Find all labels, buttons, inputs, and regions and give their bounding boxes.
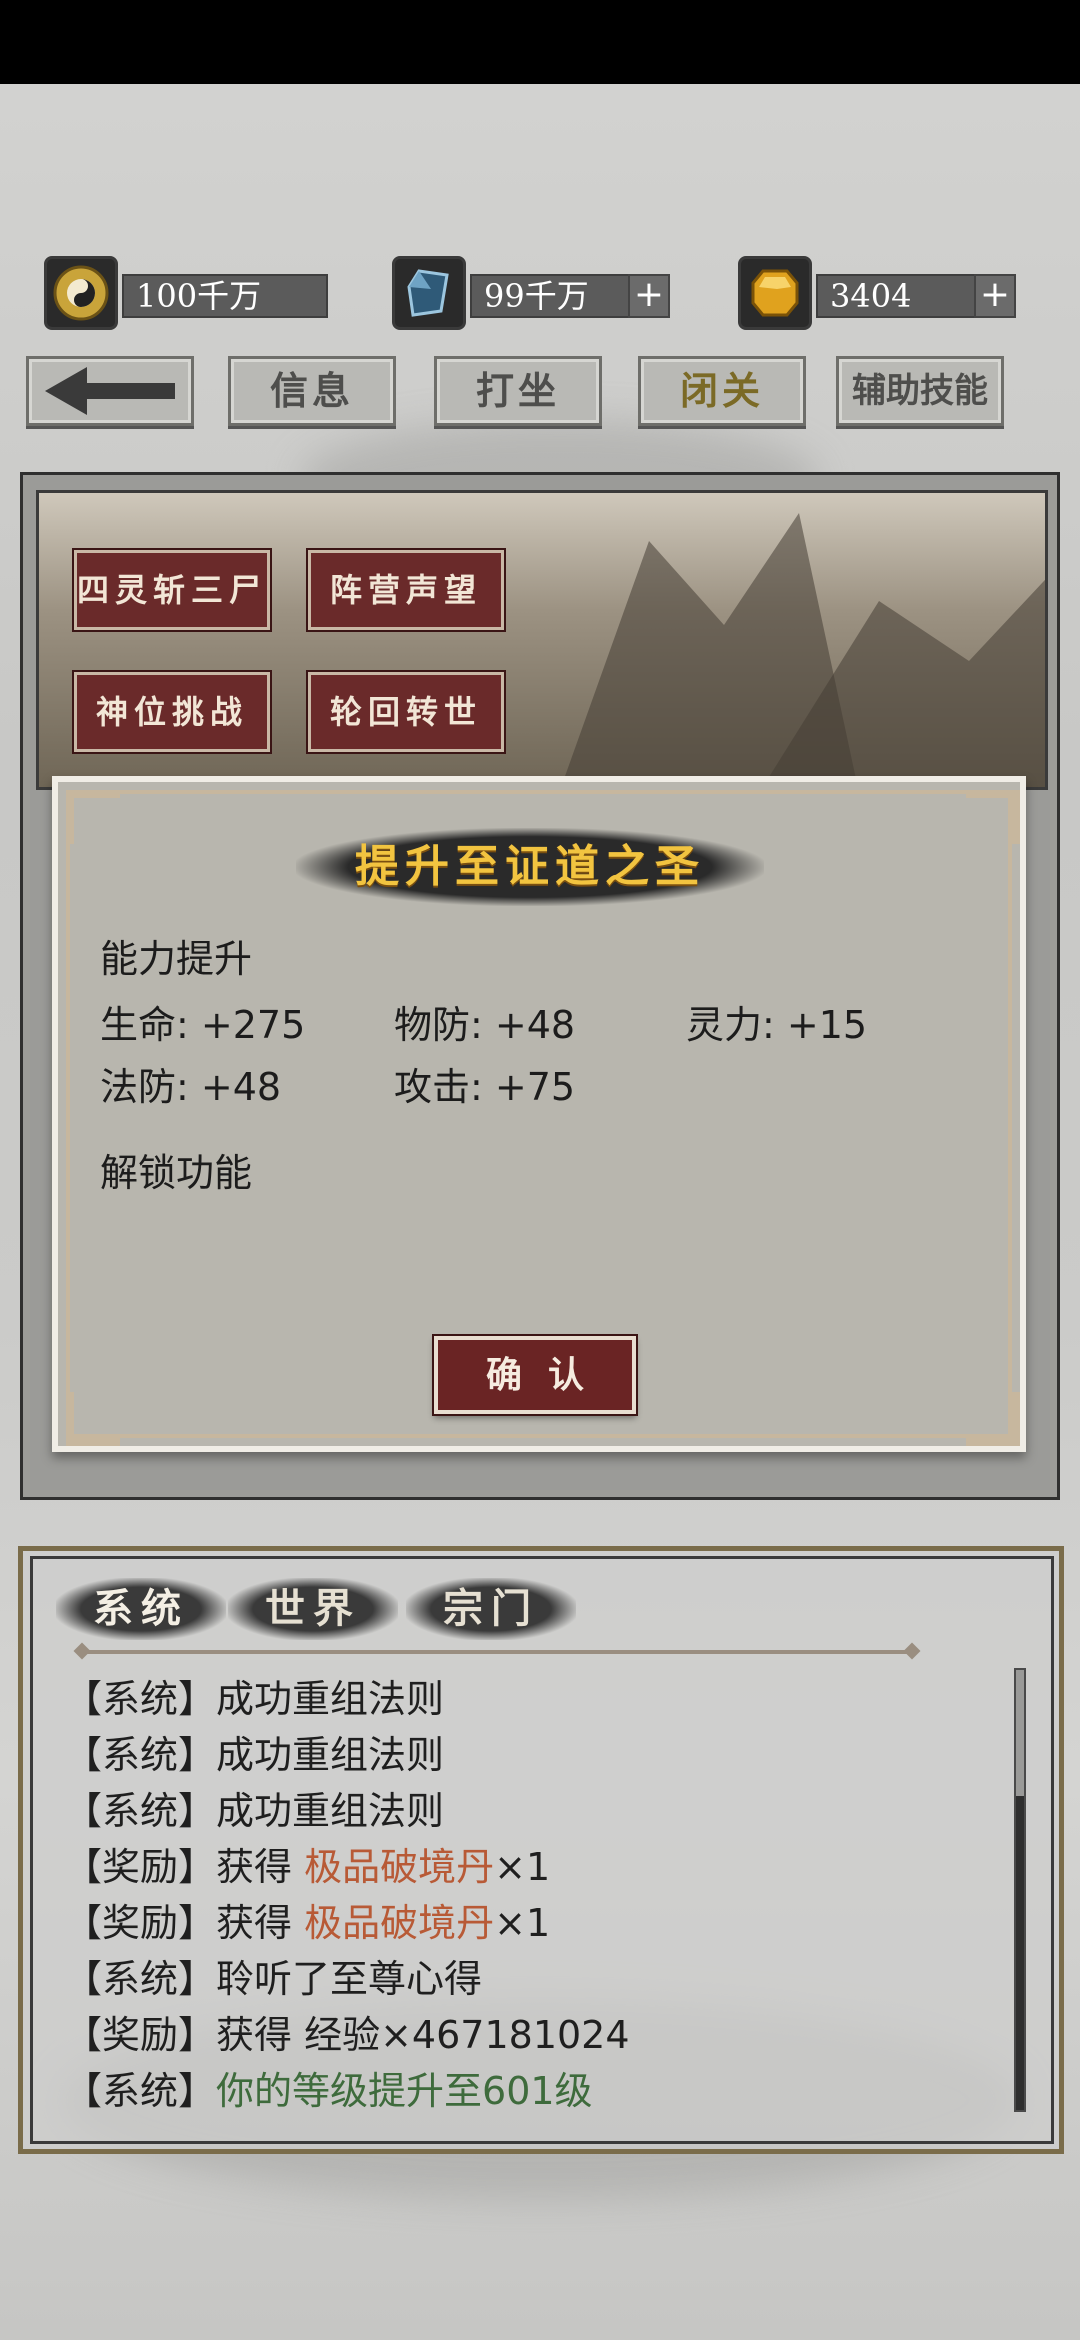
item-name[interactable]: 极品破境丹: [304, 1845, 494, 1889]
blue-crystal-icon: [392, 256, 466, 330]
stat-phys-def: 物防: +48: [394, 1003, 576, 1047]
back-arrow-icon: [45, 367, 175, 415]
gold-gem-icon: [738, 256, 812, 330]
corner-ornament: [966, 790, 1020, 844]
add-gem-button[interactable]: +: [974, 274, 1016, 318]
message-text: 成功重组法则: [216, 1677, 445, 1721]
chat-message: 【系统】聆听了至尊心得: [64, 1948, 482, 2003]
chat-scrollbar-thumb[interactable]: [1016, 1796, 1024, 2110]
message-text: 获得: [216, 1901, 305, 1945]
chat-message: 【奖励】获得 经验×467181024: [64, 2004, 630, 2059]
item-count: ×1: [494, 1845, 551, 1889]
corner-ornament: [66, 1392, 120, 1446]
chat-divider: [80, 1650, 916, 1654]
status-bar: [0, 0, 1080, 84]
corner-ornament: [66, 790, 120, 844]
reincarnation-button[interactable]: 轮回转世: [308, 672, 504, 752]
message-text: 成功重组法则: [216, 1733, 445, 1777]
message-text: 获得 经验×467181024: [216, 2013, 630, 2057]
tab-seclusion[interactable]: 闭关: [638, 356, 806, 426]
stat-magic-def: 法防: +48: [100, 1065, 282, 1109]
stat-hp: 生命: +275: [100, 1003, 306, 1047]
ability-heading: 能力提升: [100, 937, 253, 981]
message-tag: 【系统】: [64, 1677, 217, 1721]
divine-challenge-button[interactable]: 神位挑战: [74, 672, 270, 752]
message-tag: 【系统】: [64, 2069, 217, 2113]
chat-message: 【系统】成功重组法则: [64, 1668, 444, 1723]
chat-message: 【奖励】获得 极品破境丹×1: [64, 1836, 550, 1891]
message-text: 获得: [216, 1845, 305, 1889]
tab-meditate[interactable]: 打坐: [434, 356, 602, 426]
faction-reputation-button[interactable]: 阵营声望: [308, 550, 504, 630]
chat-tab-world[interactable]: 世界: [228, 1578, 398, 1640]
gem-amount: 3404: [816, 274, 986, 318]
chat-tab-sect[interactable]: 宗门: [406, 1578, 576, 1640]
chat-message: 【奖励】获得 极品破境丹×1: [64, 1892, 550, 1947]
message-tag: 【奖励】: [64, 1845, 217, 1889]
unlock-heading: 解锁功能: [100, 1151, 253, 1195]
stat-spirit: 灵力: +15: [686, 1003, 868, 1047]
chat-message: 【系统】成功重组法则: [64, 1724, 444, 1779]
message-tag: 【奖励】: [64, 1901, 217, 1945]
add-crystal-button[interactable]: +: [628, 274, 670, 318]
tab-assist-skills[interactable]: 辅助技能: [836, 356, 1004, 426]
tab-info[interactable]: 信息: [228, 356, 396, 426]
message-tag: 【系统】: [64, 1957, 217, 2001]
message-text: 你的等级提升至601级: [216, 2069, 593, 2113]
message-text: 聆听了至尊心得: [216, 1957, 483, 2001]
dialog-title: 提升至证道之圣: [355, 841, 705, 892]
item-count: ×1: [494, 1901, 551, 1945]
confirm-button[interactable]: 确认: [434, 1336, 636, 1414]
corner-ornament: [966, 1392, 1020, 1446]
chat-message: 【系统】成功重组法则: [64, 1780, 444, 1835]
message-tag: 【系统】: [64, 1733, 217, 1777]
chat-tab-system[interactable]: 系统: [56, 1578, 226, 1640]
message-tag: 【系统】: [64, 1789, 217, 1833]
message-text: 成功重组法则: [216, 1789, 445, 1833]
stat-attack: 攻击: +75: [394, 1065, 576, 1109]
coin-amount: 100千万: [122, 274, 328, 318]
message-tag: 【奖励】: [64, 2013, 217, 2057]
chat-message: 【系统】你的等级提升至601级: [64, 2060, 593, 2115]
back-button[interactable]: [26, 356, 194, 426]
crystal-amount: 99千万: [470, 274, 640, 318]
four-spirits-button[interactable]: 四灵斩三尸: [74, 550, 270, 630]
yin-yang-coin-icon: [44, 256, 118, 330]
item-name[interactable]: 极品破境丹: [304, 1901, 494, 1945]
